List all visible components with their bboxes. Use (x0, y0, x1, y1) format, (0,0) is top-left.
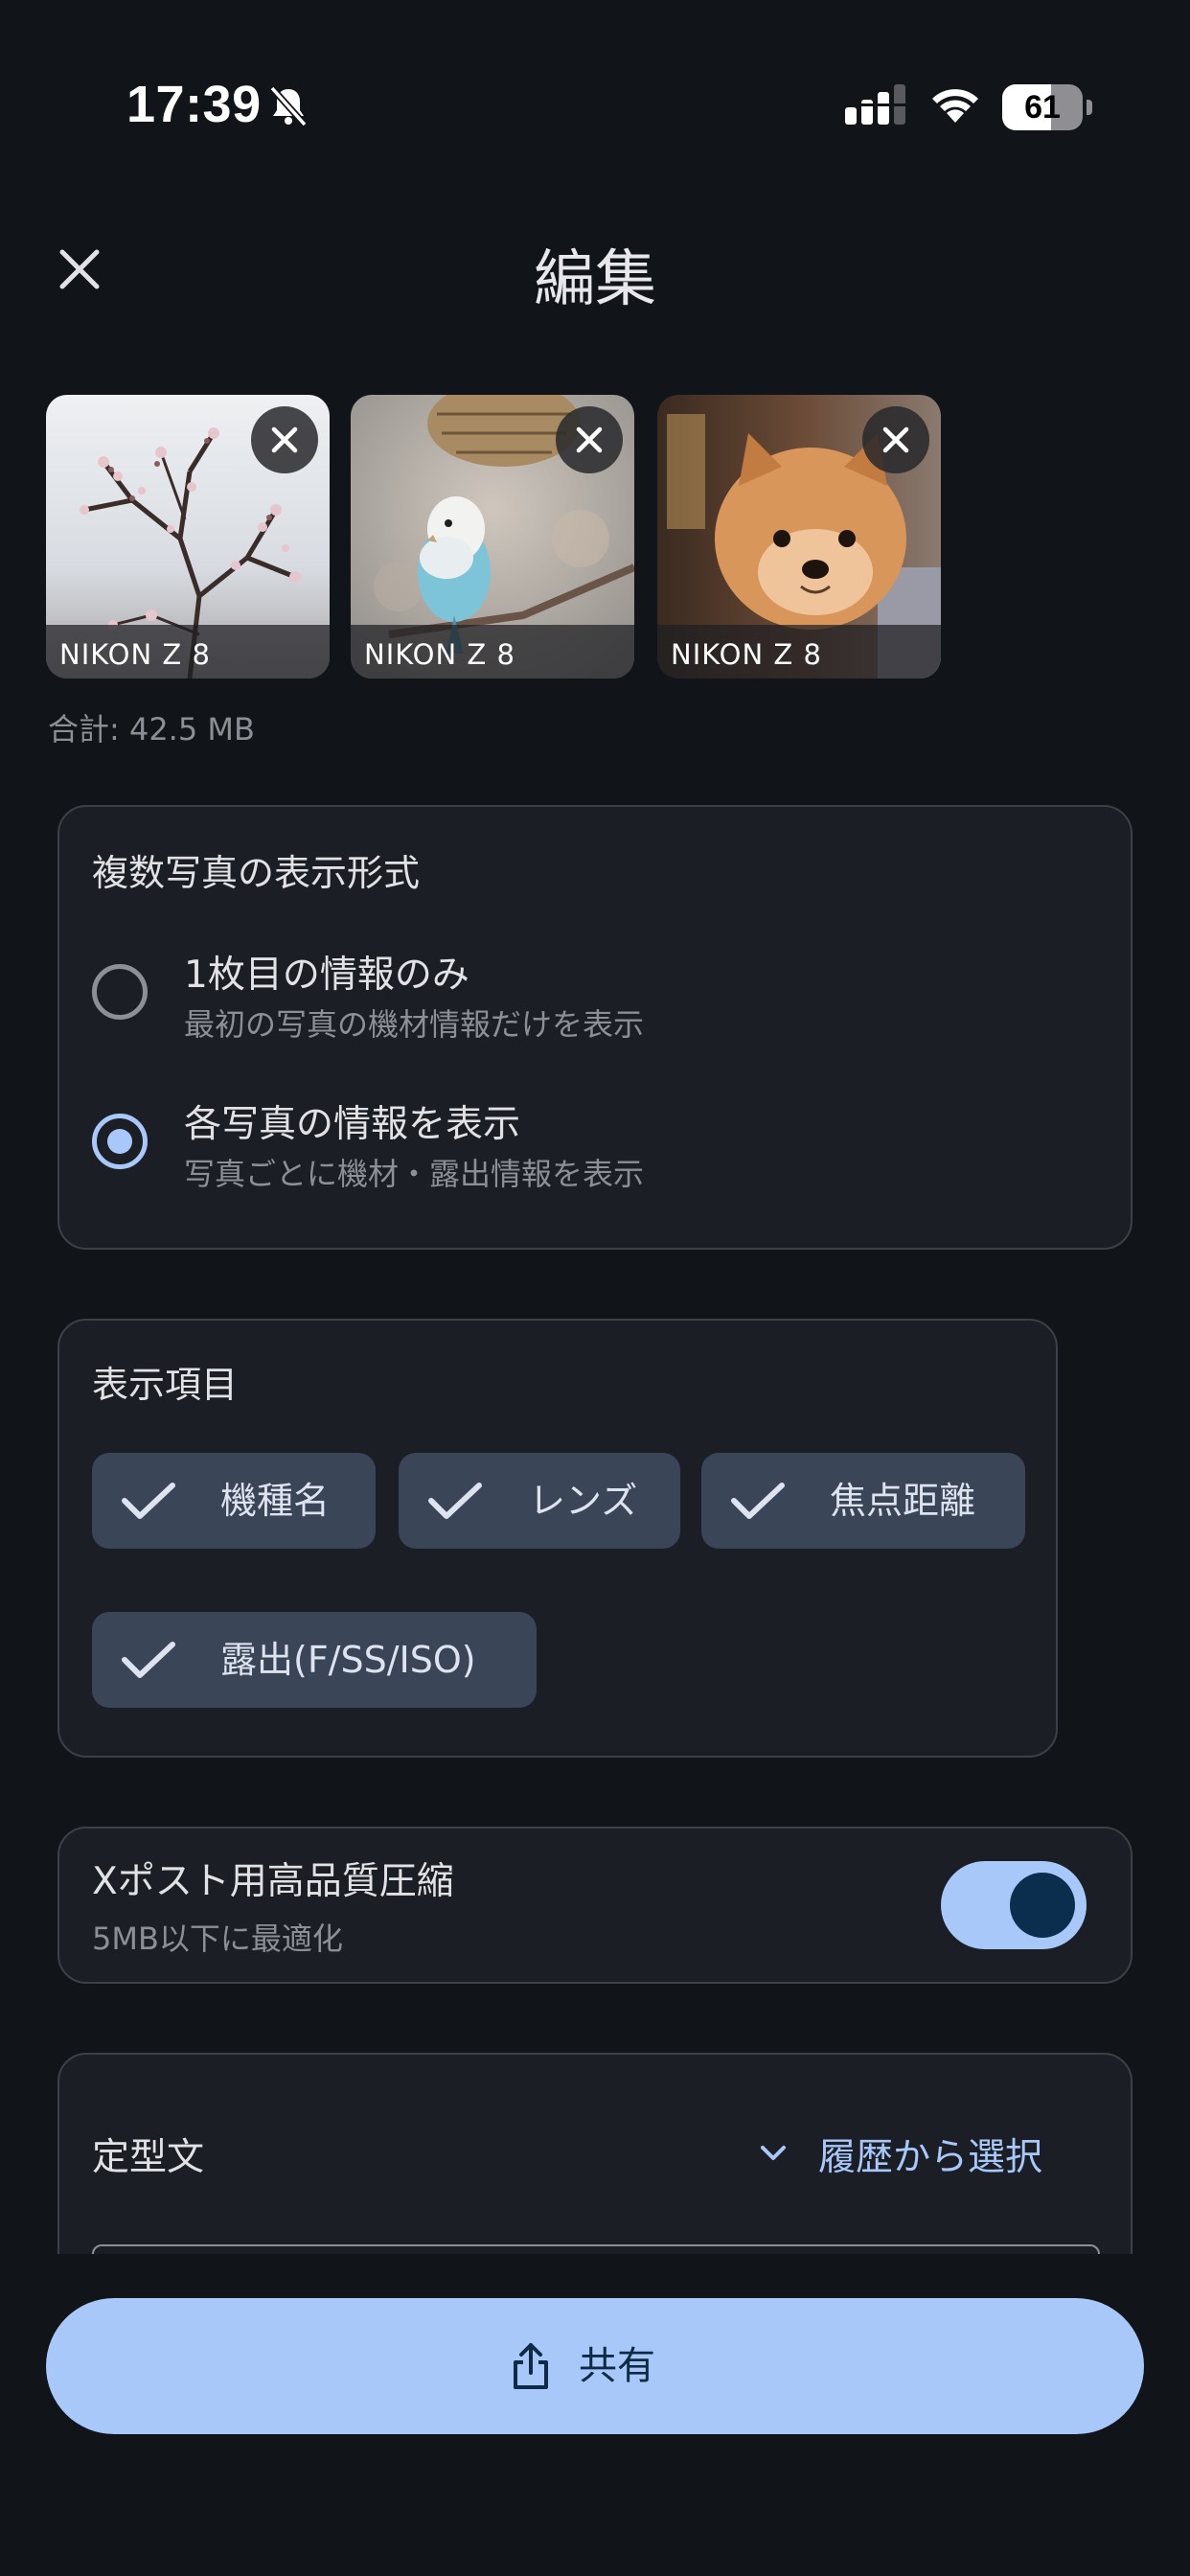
radio-option-first-only[interactable]: 1枚目の情報のみ 最初の写真の機材情報だけを表示 (79, 932, 1113, 1066)
compression-title: Xポスト用高品質圧縮 (92, 1860, 454, 1903)
chip-lens[interactable]: レンズ (399, 1453, 680, 1549)
remove-photo-button[interactable] (862, 406, 929, 473)
share-button-label: 共有 (579, 2344, 655, 2388)
photo-camera-label: NIKON Z 8 (59, 638, 211, 671)
display-format-title: 複数写真の表示形式 (92, 852, 421, 894)
template-title: 定型文 (92, 2136, 205, 2179)
photo-thumbnail-2[interactable]: NIKON Z 8 (351, 395, 634, 678)
chip-label: レンズ (529, 1480, 638, 1522)
cellular-signal-icon (843, 84, 908, 125)
photo-thumbnail-1[interactable]: NIKON Z 8 (46, 395, 330, 678)
display-items-card: 表示項目 機種名 レンズ 焦点距離 露出(F/SS/ISO) (57, 1319, 1058, 1758)
option-title: 1枚目の情報のみ (184, 954, 469, 997)
remove-photo-button[interactable] (556, 406, 623, 473)
bell-slash-icon (269, 85, 308, 127)
option-subtitle: 最初の写真の機材情報だけを表示 (184, 1006, 645, 1043)
photo-camera-label: NIKON Z 8 (671, 638, 822, 671)
share-button[interactable]: 共有 (46, 2298, 1144, 2434)
option-title: 各写真の情報を表示 (184, 1103, 521, 1146)
chip-label: 露出(F/SS/ISO) (220, 1639, 476, 1681)
radio-button-selected[interactable] (92, 1114, 148, 1169)
check-icon (731, 1483, 785, 1519)
compression-subtitle: 5MB以下に最適化 (92, 1920, 343, 1957)
check-icon (428, 1483, 482, 1519)
close-icon (576, 426, 603, 453)
total-size: 合計: 42.5 MB (48, 711, 255, 748)
display-items-title: 表示項目 (92, 1364, 239, 1406)
battery-level: 61 (1024, 89, 1061, 126)
close-icon (882, 426, 909, 453)
chevron-down-icon (761, 2146, 786, 2160)
photo-camera-label: NIKON Z 8 (364, 638, 515, 671)
status-time: 17:39 (126, 76, 262, 133)
check-icon (122, 1642, 175, 1678)
toggle-knob (1010, 1873, 1075, 1938)
history-dropdown[interactable]: 履歴から選択 (736, 2114, 1119, 2191)
check-icon (122, 1483, 175, 1519)
chip-label: 機種名 (220, 1480, 331, 1522)
photo-thumbnail-3[interactable]: NIKON Z 8 (657, 395, 941, 678)
compression-toggle[interactable] (941, 1861, 1087, 1949)
share-icon (514, 2343, 548, 2389)
option-subtitle: 写真ごとに機材・露出情報を表示 (184, 1156, 645, 1192)
battery-icon: 61 (1002, 84, 1094, 130)
chip-exposure[interactable]: 露出(F/SS/ISO) (92, 1612, 537, 1708)
history-dropdown-label: 履歴から選択 (818, 2136, 1043, 2179)
chip-focal-length[interactable]: 焦点距離 (701, 1453, 1025, 1549)
chip-label: 焦点距離 (830, 1480, 976, 1522)
chip-model-name[interactable]: 機種名 (92, 1453, 376, 1549)
display-format-card: 複数写真の表示形式 1枚目の情報のみ 最初の写真の機材情報だけを表示 各写真の情… (57, 805, 1133, 1250)
radio-option-each-photo[interactable]: 各写真の情報を表示 写真ごとに機材・露出情報を表示 (79, 1081, 1113, 1215)
remove-photo-button[interactable] (251, 406, 318, 473)
wifi-icon (932, 89, 978, 123)
radio-button[interactable] (92, 964, 148, 1020)
close-icon (271, 426, 298, 453)
page-title: 編集 (534, 244, 656, 315)
